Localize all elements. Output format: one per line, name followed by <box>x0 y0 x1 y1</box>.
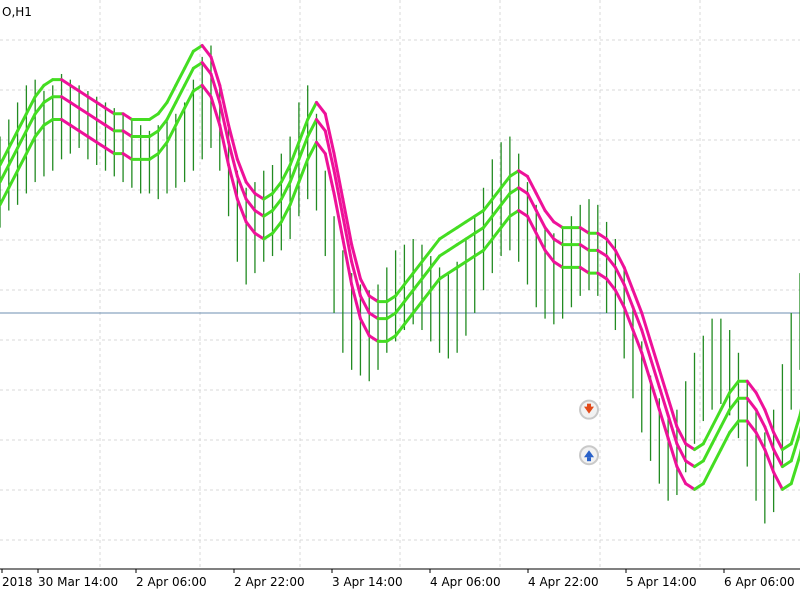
arrow-shaft <box>587 403 592 408</box>
x-tick-label: 6 Apr 06:00 <box>724 575 795 589</box>
x-tick-label: 5 Apr 14:00 <box>626 575 697 589</box>
symbol-label: O,H1 <box>2 5 32 19</box>
buy-arrow-icon[interactable] <box>579 445 600 466</box>
x-tick-label: 2 Apr 06:00 <box>136 575 207 589</box>
x-tick-label: 3 Apr 14:00 <box>332 575 403 589</box>
x-tick-label: 30 Mar 14:00 <box>38 575 118 589</box>
arrow-shaft <box>587 457 592 462</box>
sell-arrow-icon[interactable] <box>579 399 600 420</box>
x-tick-label: 2018 <box>2 575 33 589</box>
x-tick-label: 4 Apr 06:00 <box>430 575 501 589</box>
price-chart[interactable]: 2018 30 Mar 14:00 2 Apr 06:00 2 Apr 22:00 3 … <box>0 0 800 600</box>
chart-window[interactable]: 2018 30 Mar 14:00 2 Apr 06:00 2 Apr 22:00 3 … <box>0 0 800 600</box>
x-tick-label: 2 Apr 22:00 <box>234 575 305 589</box>
x-tick-label: 4 Apr 22:00 <box>528 575 599 589</box>
